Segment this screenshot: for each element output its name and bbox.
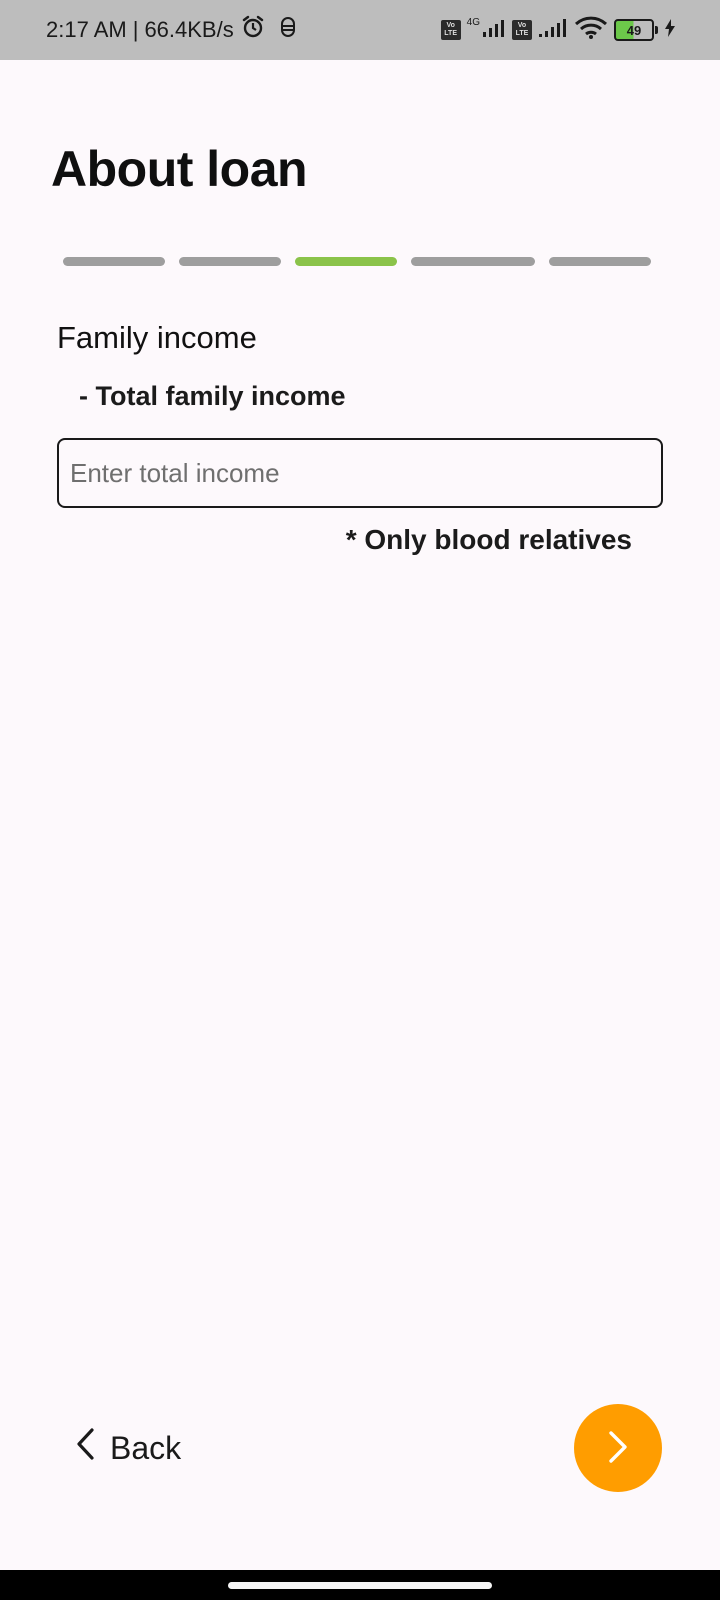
network-type-label: 4G bbox=[466, 16, 480, 28]
back-button[interactable]: Back bbox=[74, 1420, 181, 1476]
next-button[interactable] bbox=[574, 1404, 662, 1492]
volte-badge-sim2: Vo LTE bbox=[512, 20, 532, 40]
volte-badge-sim1: Vo LTE bbox=[440, 20, 461, 40]
wifi-icon bbox=[574, 16, 608, 45]
charging-icon bbox=[664, 18, 676, 43]
battery-icon: 49 bbox=[614, 19, 658, 41]
signal-icon bbox=[538, 18, 568, 43]
progress-steps bbox=[63, 257, 651, 266]
chevron-right-icon bbox=[606, 1429, 630, 1468]
back-label: Back bbox=[110, 1429, 182, 1466]
progress-step bbox=[63, 257, 165, 266]
status-bar: 2:17 AM | 66.4KB/s Vo LTE 4G Vo LTE 49 bbox=[0, 0, 720, 60]
section-title: Family income bbox=[57, 320, 257, 355]
field-label: - Total family income bbox=[79, 381, 346, 411]
clock: 2:17 AM bbox=[46, 17, 127, 42]
signal-icon bbox=[482, 18, 506, 43]
alarm-icon bbox=[240, 14, 266, 46]
system-nav-bar bbox=[0, 1570, 720, 1600]
progress-step-current bbox=[295, 257, 397, 266]
progress-step bbox=[411, 257, 535, 266]
status-right: Vo LTE 4G Vo LTE 49 bbox=[440, 0, 676, 60]
separator: | bbox=[132, 17, 139, 42]
progress-step bbox=[179, 257, 281, 266]
home-indicator[interactable] bbox=[228, 1582, 492, 1589]
status-left: 2:17 AM | 66.4KB/s bbox=[46, 0, 298, 60]
notification-icon bbox=[278, 15, 298, 45]
net-speed: 66.4KB/s bbox=[144, 17, 234, 42]
progress-step bbox=[549, 257, 651, 266]
total-income-input[interactable] bbox=[57, 438, 663, 508]
page-title: About loan bbox=[51, 141, 308, 197]
chevron-left-icon bbox=[74, 1427, 96, 1469]
note-text: * Only blood relatives bbox=[345, 524, 632, 555]
